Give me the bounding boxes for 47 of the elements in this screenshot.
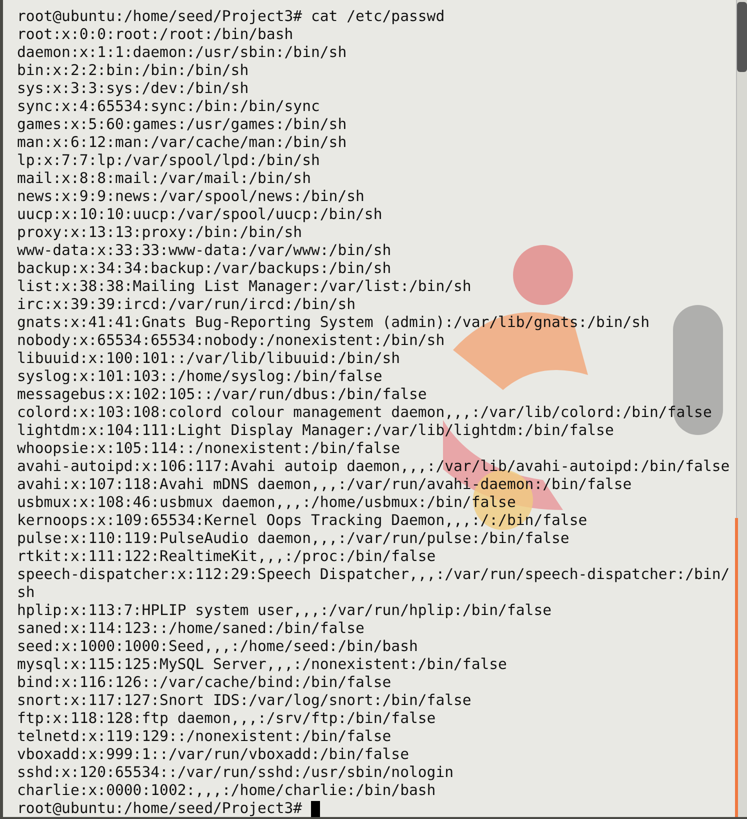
terminal-line: backup:x:34:34:backup:/var/backups:/bin/sh: [17, 260, 392, 278]
terminal-line: lp:x:7:7:lp:/var/spool/lpd:/bin/sh: [17, 152, 321, 170]
shell-prompt: root@ubuntu:/home/seed/Project3#: [17, 800, 302, 817]
terminal-line: lightdm:x:104:111:Light Display Manager:/var/lib/lightdm:/bin/false: [17, 422, 615, 440]
terminal-line: libuuid:x:100:101::/var/lib/libuuid:/bin/sh: [17, 350, 402, 368]
terminal-line: bind:x:116:126::/var/cache/bind:/bin/false: [17, 674, 392, 692]
terminal-line: snort:x:117:127:Snort IDS:/var/log/snort:/bin/false: [17, 692, 472, 710]
terminal-line: messagebus:x:102:105::/var/run/dbus:/bin/false: [17, 386, 428, 404]
terminal-line: saned:x:114:123::/home/saned:/bin/false: [17, 620, 366, 638]
terminal-line: seed:x:1000:1000:Seed,,,:/home/seed:/bin/bash: [17, 638, 419, 656]
text-cursor: [311, 801, 320, 817]
terminal-line: kernoops:x:109:65534:Kernel Oops Tracking Daemon,,,:/:/bin/false: [17, 512, 588, 530]
terminal-line: speech-dispatcher:x:112:29:Speech Dispatcher,,,:/var/run/speech-dispatcher:/bin/: [17, 566, 731, 584]
terminal-line: hplip:x:113:7:HPLIP system user,,,:/var/run/hplip:/bin/false: [17, 602, 553, 620]
terminal-line: irc:x:39:39:ircd:/var/run/ircd:/bin/sh: [17, 296, 357, 314]
terminal-line: syslog:x:101:103::/home/syslog:/bin/false: [17, 368, 384, 386]
terminal-line: root:x:0:0:root:/root:/bin/bash: [17, 26, 294, 44]
terminal-line: daemon:x:1:1:daemon:/usr/sbin:/bin/sh: [17, 44, 348, 62]
terminal-line: bin:x:2:2:bin:/bin:/bin/sh: [17, 62, 250, 80]
terminal-line: mysql:x:115:125:MySQL Server,,,:/nonexistent:/bin/false: [17, 656, 508, 674]
terminal-line: sys:x:3:3:sys:/dev:/bin/sh: [17, 80, 250, 98]
terminal-line: colord:x:103:108:colord colour management daemon,,,:/var/lib/colord:/bin/false: [17, 404, 713, 422]
terminal-line: vboxadd:x:999:1::/var/run/vboxadd:/bin/false: [17, 746, 410, 764]
terminal-line: www-data:x:33:33:www-data:/var/www:/bin/sh: [17, 242, 392, 260]
terminal-line: avahi-autoipd:x:106:117:Avahi autoip daemon,,,:/var/lib/avahi-autoipd:/bin/false: [17, 458, 731, 476]
terminal-line: pulse:x:110:119:PulseAudio daemon,,,:/var/run/pulse:/bin/false: [17, 530, 570, 548]
terminal-line: root@ubuntu:/home/seed/Project3# cat /etc/passwd: [17, 8, 446, 26]
terminal-line: man:x:6:12:man:/var/cache/man:/bin/sh: [17, 134, 348, 152]
terminal-line: ftp:x:118:128:ftp daemon,,,:/srv/ftp:/bin/false: [17, 710, 437, 728]
scrollbar-thumb[interactable]: [737, 2, 747, 72]
terminal-line: list:x:38:38:Mailing List Manager:/var/list:/bin/sh: [17, 278, 472, 296]
terminal-line: uucp:x:10:10:uucp:/var/spool/uucp:/bin/sh: [17, 206, 384, 224]
terminal-line: mail:x:8:8:mail:/var/mail:/bin/sh: [17, 170, 312, 188]
terminal-line: usbmux:x:108:46:usbmux daemon,,,:/home/usbmux:/bin/false: [17, 494, 517, 512]
terminal-line: games:x:5:60:games:/usr/games:/bin/sh: [17, 116, 348, 134]
terminal-line: charlie:x:0000:1002:,,,:/home/charlie:/bin/bash: [17, 782, 437, 800]
terminal-line: sshd:x:120:65534::/var/run/sshd:/usr/sbin/nologin: [17, 764, 455, 782]
terminal-line: nobody:x:65534:65534:nobody:/nonexistent:/bin/sh: [17, 332, 446, 350]
terminal-line: sync:x:4:65534:sync:/bin:/bin/sync: [17, 98, 321, 116]
terminal-line: rtkit:x:111:122:RealtimeKit,,,:/proc:/bin/false: [17, 548, 437, 566]
terminal-line: gnats:x:41:41:Gnats Bug-Reporting System (admin):/var/lib/gnats:/bin/sh: [17, 314, 651, 332]
terminal-line: proxy:x:13:13:proxy:/bin:/bin/sh: [17, 224, 304, 242]
terminal-line: news:x:9:9:news:/var/spool/news:/bin/sh: [17, 188, 366, 206]
terminal-line: telnetd:x:119:129::/nonexistent:/bin/false: [17, 728, 392, 746]
terminal-line: avahi:x:107:118:Avahi mDNS daemon,,,:/var/run/avahi-daemon:/bin/false: [17, 476, 633, 494]
terminal-line: whoopsie:x:105:114::/nonexistent:/bin/false: [17, 440, 402, 458]
terminal-line: sh: [17, 584, 36, 602]
